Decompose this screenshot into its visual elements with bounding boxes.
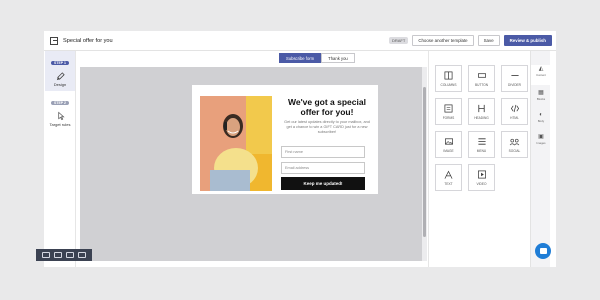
review-publish-button[interactable]: Review & publish	[503, 35, 552, 46]
right-rail: ◭ Content ▦ Blocks ◐ Body ▣ Images	[530, 51, 551, 267]
block-forms[interactable]: FORMS	[435, 98, 462, 125]
block-heading[interactable]: HEADING	[468, 98, 495, 125]
steps-sidebar: STEP 1 Design STEP 2 Target rules	[44, 51, 76, 267]
block-video[interactable]: VIDEO	[468, 164, 495, 191]
rail-content[interactable]: ◭ Content	[531, 65, 551, 85]
form-icon	[444, 104, 453, 114]
save-button[interactable]: Save	[477, 35, 500, 46]
images-icon: ▣	[538, 134, 544, 140]
block-divider[interactable]: DIVIDER	[501, 65, 528, 92]
text-icon	[444, 170, 453, 180]
top-actions: DRAFT Choose another template Save Revie…	[388, 35, 552, 46]
button-icon	[477, 71, 487, 81]
rail-images[interactable]: ▣ Images	[531, 133, 551, 151]
block-label: DIVIDER	[508, 82, 521, 87]
block-columns[interactable]: COLUMNS	[435, 65, 462, 92]
palette-icon: ◐	[539, 112, 543, 118]
step-target-rules[interactable]: STEP 2 Target rules	[45, 91, 75, 131]
page-title: Special offer for you	[63, 37, 113, 44]
rail-label: Images	[536, 141, 546, 145]
desktop-icon[interactable]	[66, 252, 74, 258]
rail-label: Blocks	[536, 97, 546, 101]
step-design[interactable]: STEP 1 Design	[45, 51, 75, 91]
canvas-toolbar	[36, 249, 92, 261]
block-image[interactable]: IMAGE	[435, 131, 462, 158]
brush-icon	[55, 71, 65, 81]
step-label: Design	[53, 82, 67, 87]
email-field[interactable]: Email address	[281, 162, 365, 174]
columns-icon	[444, 71, 453, 81]
rail-label: Body	[537, 119, 545, 123]
popup-headline: We've got a special offer for you!	[288, 97, 366, 117]
undo-icon[interactable]	[42, 252, 50, 258]
choose-template-button[interactable]: Choose another template	[412, 35, 474, 46]
video-icon	[477, 170, 487, 180]
tab-subscribe-form[interactable]: Subscribe form	[279, 53, 322, 63]
mobile-icon[interactable]	[78, 252, 86, 258]
block-label: TEXT	[444, 181, 453, 186]
blocks-icon: ▦	[538, 90, 544, 96]
exit-icon[interactable]	[50, 36, 58, 45]
block-social[interactable]: SOCIAL	[501, 131, 528, 158]
block-label: BUTTON	[474, 82, 489, 87]
image-icon	[444, 137, 454, 147]
rail-body[interactable]: ◐ Body	[531, 111, 551, 129]
step-badge: STEP 1	[51, 61, 69, 65]
canvas: We've got a special offer for you! Get o…	[80, 67, 422, 261]
block-label: HTML	[510, 115, 519, 120]
block-html[interactable]: HTML	[501, 98, 528, 125]
rail-label: Content	[536, 73, 546, 77]
block-label: VIDEO	[476, 181, 487, 186]
keep-me-updated-button[interactable]: Keep me updated!	[281, 177, 365, 190]
woman-photo	[200, 96, 272, 191]
social-icon	[509, 137, 520, 147]
step-badge: STEP 2	[51, 101, 69, 105]
block-label: MENU	[476, 148, 487, 153]
menu-icon	[477, 137, 487, 147]
block-label: COLUMNS	[440, 82, 457, 87]
scrollbar-thumb[interactable]	[423, 87, 426, 237]
canvas-area: Subscribe form Thank you We've got a spe…	[80, 51, 428, 267]
block-label: IMAGE	[443, 148, 454, 153]
editor-window: Special offer for you DRAFT Choose anoth…	[44, 31, 556, 267]
canvas-scrollbar[interactable]	[422, 67, 427, 261]
block-button[interactable]: BUTTON	[468, 65, 495, 92]
view-tabs: Subscribe form Thank you	[279, 53, 355, 63]
heading-icon	[477, 104, 486, 114]
preview-icon[interactable]	[54, 252, 62, 258]
code-icon	[510, 104, 520, 114]
popup-preview[interactable]: We've got a special offer for you! Get o…	[192, 85, 378, 194]
block-menu[interactable]: MENU	[468, 131, 495, 158]
step-label: Target rules	[49, 122, 71, 127]
shapes-icon: ◭	[538, 66, 544, 72]
blocks-grid: COLUMNS BUTTON DIVIDER FORMS HEADING HTM…	[435, 65, 528, 191]
rail-blocks[interactable]: ▦ Blocks	[531, 89, 551, 107]
cursor-icon	[55, 111, 65, 121]
blocks-panel: COLUMNS BUTTON DIVIDER FORMS HEADING HTM…	[428, 51, 530, 267]
block-label: SOCIAL	[508, 148, 521, 153]
popup-subtext: Get our latest updates directly to your …	[284, 120, 370, 134]
top-bar: Special offer for you DRAFT Choose anoth…	[44, 31, 556, 51]
block-label: HEADING	[474, 115, 489, 120]
divider-icon	[510, 71, 520, 81]
block-text[interactable]: TEXT	[435, 164, 462, 191]
first-name-field[interactable]: First name	[281, 146, 365, 158]
block-label: FORMS	[442, 115, 455, 120]
tab-thank-you[interactable]: Thank you	[321, 53, 355, 63]
chat-button[interactable]	[535, 243, 551, 259]
status-badge: DRAFT	[388, 37, 409, 44]
